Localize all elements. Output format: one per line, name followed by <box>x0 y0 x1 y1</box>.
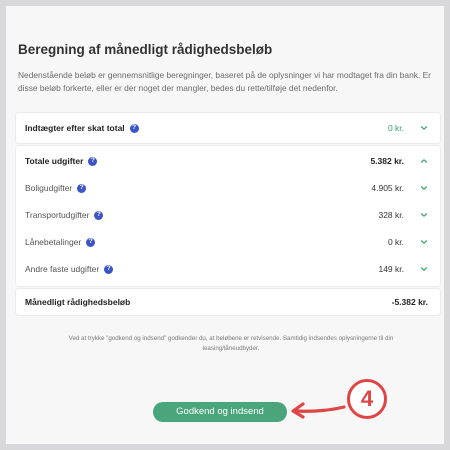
annotation-arrow-icon <box>291 402 346 419</box>
expense-row-loans[interactable]: Lånebetalinger ? 0 kr. <box>16 228 440 256</box>
info-icon[interactable]: ? <box>88 156 98 166</box>
income-label-wrap: Indtægter efter skat total ? <box>25 123 139 133</box>
income-row[interactable]: Indtægter efter skat total ? 0 kr. <box>16 114 440 142</box>
page-description: Nedenstående beløb er gennemsnitlige ber… <box>18 70 431 93</box>
info-icon[interactable]: ? <box>94 210 104 220</box>
info-icon[interactable]: ? <box>104 264 114 274</box>
expense-label: Andre faste udgifter <box>25 264 100 274</box>
expenses-total-label-wrap: Totale udgifter ? <box>25 156 98 166</box>
chevron-down-icon[interactable] <box>420 265 428 273</box>
info-icon[interactable]: ? <box>77 183 87 193</box>
expense-value: 149 kr. <box>378 264 404 274</box>
expense-label: Lånebetalinger <box>25 237 82 247</box>
expense-value: 328 kr. <box>378 210 404 220</box>
expenses-total-label: Totale udgifter <box>25 156 84 166</box>
result-row: Månedligt rådighedsbeløb -5.382 kr. <box>16 288 440 316</box>
chevron-down-icon[interactable] <box>420 124 428 132</box>
expenses-total-value: 5.382 kr. <box>370 156 404 166</box>
result-card: Månedligt rådighedsbeløb -5.382 kr. <box>16 289 440 315</box>
expense-label-wrap: Lånebetalinger ? <box>25 237 96 247</box>
approve-submit-button[interactable]: Godkend og indsend <box>153 402 287 422</box>
chevron-down-icon[interactable] <box>420 184 428 192</box>
info-icon[interactable]: ? <box>86 237 96 247</box>
info-icon[interactable]: ? <box>129 123 139 133</box>
result-value: -5.382 kr. <box>391 297 428 307</box>
expense-label-wrap: Boligudgifter ? <box>25 183 87 193</box>
expense-row-other-fixed[interactable]: Andre faste udgifter ? 149 kr. <box>16 255 440 283</box>
expense-row-transport[interactable]: Transportudgifter ? 328 kr. <box>16 201 440 229</box>
result-label: Månedligt rådighedsbeløb <box>25 297 131 307</box>
consent-footnote: Ved at trykke "godkend og indsend" godke… <box>68 335 394 352</box>
income-label: Indtægter efter skat total <box>25 123 125 133</box>
expense-value: 0 kr. <box>387 237 404 247</box>
income-card: Indtægter efter skat total ? 0 kr. <box>16 113 440 143</box>
expense-label-wrap: Transportudgifter ? <box>25 210 104 220</box>
expenses-card: Totale udgifter ? 5.382 kr. Boligudgifte… <box>16 146 440 286</box>
expense-label: Boligudgifter <box>25 183 73 193</box>
chevron-up-icon[interactable] <box>420 157 428 165</box>
expenses-total-row[interactable]: Totale udgifter ? 5.382 kr. <box>16 147 440 175</box>
chevron-down-icon[interactable] <box>420 211 428 219</box>
expense-label-wrap: Andre faste udgifter ? <box>25 264 114 274</box>
page-title: Beregning af månedligt rådighedsbeløb <box>18 42 273 57</box>
step-number-badge: 4 <box>347 379 387 419</box>
expense-value: 4.905 kr. <box>371 183 404 193</box>
chevron-down-icon[interactable] <box>420 238 428 246</box>
expense-label: Transportudgifter <box>25 210 90 220</box>
page: Beregning af månedligt rådighedsbeløb Ne… <box>6 6 444 444</box>
income-value: 0 kr. <box>387 123 404 133</box>
expense-row-housing[interactable]: Boligudgifter ? 4.905 kr. <box>16 174 440 202</box>
